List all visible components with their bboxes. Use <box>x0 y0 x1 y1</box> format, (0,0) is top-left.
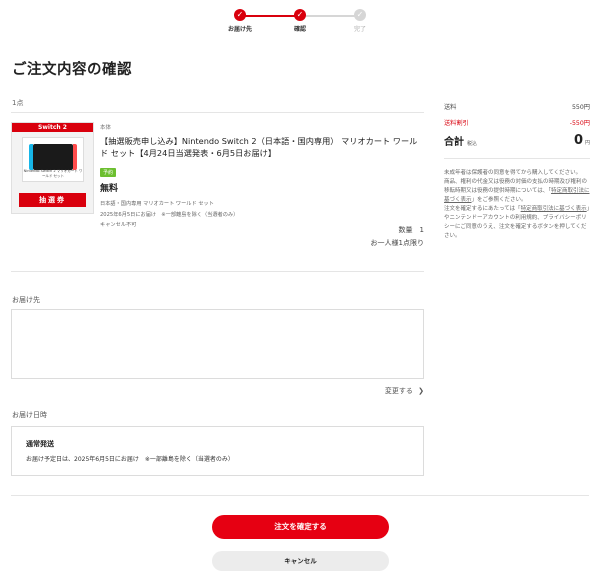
lottery-label: 抽選券 <box>19 193 86 207</box>
box-caption: Nintendo Switch 2 マリオカート ワールド セット <box>23 169 83 178</box>
terms-note: 注文を確定するにあたっては「 <box>444 206 521 212</box>
change-address-link[interactable]: 変更する ❯ <box>385 386 424 396</box>
confirm-order-button[interactable]: 注文を確定する <box>212 515 389 539</box>
step-label: 完了 <box>353 26 366 33</box>
step-label: 確認 <box>293 26 306 33</box>
quantity: 数量 1 <box>398 226 424 234</box>
delivery-date-box: 通常発送 お届け予定日は、2025年6月5日にお届け ※一部離島を除く（当選者の… <box>11 426 424 476</box>
divider <box>444 158 590 159</box>
delivery-note: 2025年6月5日にお届け ※一部離島を除く（当選者のみ） <box>100 211 239 218</box>
product-name: 【抽選販売申し込み】Nintendo Switch 2（日本語・国内専用） マリ… <box>100 136 418 158</box>
step-label: お届け先 <box>227 26 252 33</box>
divider <box>11 271 424 272</box>
progress-stepper: ✓ お届け先 ✓ 確認 ✓ 完了 <box>224 9 374 35</box>
quantity-info: 数量 1 お一人様1点限り <box>371 224 424 250</box>
divider <box>11 495 589 496</box>
legal-link[interactable]: 特定商取引法に基づく表示 <box>521 206 587 212</box>
divider <box>11 112 424 113</box>
product-image: Switch 2 Nintendo Switch 2 マリオカート ワールド セ… <box>11 122 94 214</box>
total-label: 合計 <box>444 136 464 148</box>
check-icon: ✓ <box>234 9 246 21</box>
minor-note: 未成年者は保護者の同意を得てから購入してください。 <box>444 170 582 176</box>
discount-value: -550円 <box>569 119 590 127</box>
check-icon: ✓ <box>294 9 306 21</box>
discount-label: 送料割引 <box>444 119 469 127</box>
total-unit: 円 <box>584 139 590 146</box>
step-confirm: ✓ 確認 <box>280 9 320 33</box>
shipping-label: お届け先 <box>12 296 40 304</box>
product-variant: 日本語・国内専用 マリオカート ワールド セット <box>100 201 214 207</box>
check-icon: ✓ <box>354 9 366 21</box>
page-title: ご注文内容の確認 <box>12 62 132 78</box>
shipping-fee-row: 送料 550円 <box>444 98 590 114</box>
product-ribbon: Switch 2 <box>12 123 93 132</box>
chevron-right-icon: ❯ <box>418 387 424 395</box>
shipping-fee-label: 送料 <box>444 103 457 111</box>
cancel-button[interactable]: キャンセル <box>212 551 389 571</box>
item-count: 1点 <box>12 99 24 107</box>
preorder-badge: 予約 <box>100 168 117 177</box>
order-summary: 送料 550円 送料割引 -550円 合計 税込 0円 未成年者は保護者の同意を得… <box>444 98 590 241</box>
delivery-date-detail: お届け予定日は、2025年6月5日にお届け ※一部離島を除く（当選者のみ） <box>26 456 234 463</box>
purchase-limit: お一人様1点限り <box>370 239 424 247</box>
step-complete: ✓ 完了 <box>340 9 380 33</box>
step-shipping: ✓ お届け先 <box>220 9 260 33</box>
product-category: 本体 <box>100 125 112 131</box>
shipping-address-box <box>11 309 424 379</box>
total-row: 合計 税込 0円 <box>444 130 590 150</box>
tax-note: 税込 <box>467 140 478 147</box>
delivery-date-label: お届け日時 <box>12 411 47 419</box>
console-box-image: Nintendo Switch 2 マリオカート ワールド セット <box>22 137 84 182</box>
change-link-label: 変更する <box>384 387 413 395</box>
legal-notes: 未成年者は保護者の同意を得てから購入してください。 商品、権利の代金又は役務の対… <box>444 169 590 241</box>
delivery-method: 通常発送 <box>26 440 54 448</box>
total-value: 0 <box>573 132 583 148</box>
shipping-fee-value: 550円 <box>572 103 590 111</box>
shipping-discount-row: 送料割引 -550円 <box>444 114 590 130</box>
payment-note-end: 」をご参照ください。 <box>471 197 527 203</box>
product-price: 無料 <box>100 184 119 194</box>
product-details: 本体 【抽選販売申し込み】Nintendo Switch 2（日本語・国内専用）… <box>100 123 425 231</box>
console-icon <box>29 144 77 170</box>
